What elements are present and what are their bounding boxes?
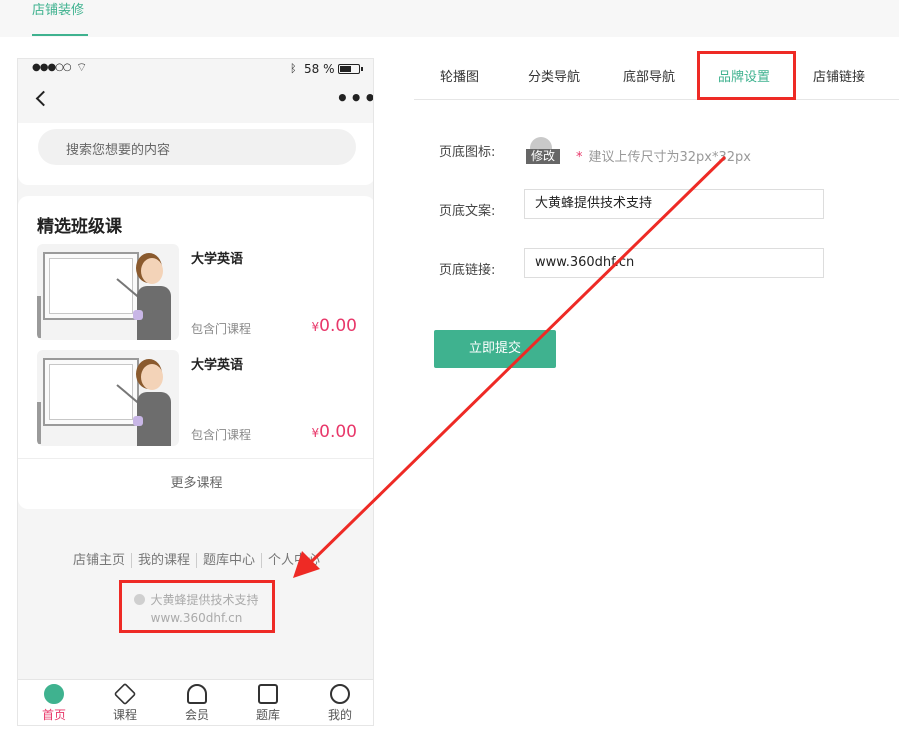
course-item[interactable]: 大学英语 包含门课程 ¥0.00	[37, 350, 357, 450]
course-price: ¥0.00	[311, 316, 358, 336]
more-courses-link[interactable]: 更多课程	[18, 458, 373, 508]
course-thumbnail	[37, 244, 179, 340]
active-tab-underline	[32, 34, 88, 36]
footer-text-label: 页底文案:	[439, 204, 496, 219]
footer-link-label: 页底链接:	[439, 263, 496, 278]
search-placeholder: 搜索您想要的内容	[66, 143, 171, 158]
nav-bar: •••	[18, 81, 373, 123]
tab-shop-link[interactable]: 店铺链接	[813, 58, 865, 99]
more-icon[interactable]: •••	[336, 86, 373, 110]
tab-shop-decoration[interactable]: 店铺装修	[32, 0, 84, 37]
footer-text-input[interactable]: 大黄蜂提供技术支持	[524, 189, 824, 219]
bottom-tab-bar: 首页 课程 会员 题库 我的	[18, 679, 373, 725]
tab-category-nav[interactable]: 分类导航	[528, 58, 580, 99]
course-price: ¥0.00	[311, 422, 358, 442]
featured-courses-card: 精选班级课 大学英语 包含门课程 ¥0.00 大学英语 包含门课程 ¥0.00 …	[18, 196, 373, 509]
tab-carousel[interactable]: 轮播图	[440, 58, 479, 99]
section-title: 精选班级课	[37, 217, 122, 237]
phone-preview: ●●●○○ ⌔ ᛒ 58 % ••• 搜索您想要的内容 精选班级课 大学英语 包…	[17, 58, 374, 726]
tab-member[interactable]: 会员	[167, 684, 227, 723]
footer-links: 店铺主页 我的课程 题库中心 个人中心	[18, 549, 373, 568]
battery-icon	[338, 64, 363, 74]
footer-link-input[interactable]: www.360dhf.cn	[524, 248, 824, 278]
footer-icon-label: 页底图标:	[439, 145, 496, 160]
tab-course[interactable]: 课程	[95, 682, 155, 723]
back-icon[interactable]	[35, 90, 52, 107]
tab-highlight-box	[697, 51, 796, 100]
edit-button[interactable]: 修改	[526, 149, 560, 164]
upload-hint: * 建议上传尺寸为32px*32px	[576, 150, 751, 165]
tab-bottom-nav[interactable]: 底部导航	[623, 58, 675, 99]
search-card: 搜索您想要的内容	[18, 123, 373, 185]
settings-tabs: 轮播图 分类导航 底部导航 品牌设置 店铺链接	[414, 51, 899, 100]
course-name: 大学英语	[191, 358, 244, 373]
search-input[interactable]: 搜索您想要的内容	[38, 129, 356, 165]
wifi-icon: ⌔	[76, 60, 88, 74]
course-icon	[113, 682, 137, 706]
footer-link[interactable]: 个人中心	[261, 553, 327, 568]
course-desc: 包含门课程	[191, 428, 252, 442]
footer-icon-upload[interactable]: 修改	[526, 137, 560, 165]
profile-icon	[330, 684, 350, 704]
member-icon	[187, 684, 207, 704]
course-name: 大学英语	[191, 252, 244, 267]
question-bank-icon	[258, 684, 278, 704]
footer-link[interactable]: 店铺主页	[67, 553, 131, 568]
footer-link[interactable]: 题库中心	[196, 553, 262, 568]
status-bar: ●●●○○ ⌔ ᛒ 58 %	[18, 59, 373, 81]
signal-icon: ●●●○○	[32, 62, 72, 73]
top-tab-bar: 店铺装修	[0, 0, 899, 37]
course-desc: 包含门课程	[191, 322, 252, 336]
tab-profile[interactable]: 我的	[310, 684, 370, 723]
home-icon	[44, 684, 64, 704]
bluetooth-icon: ᛒ	[290, 62, 297, 75]
footer-link[interactable]: 我的课程	[130, 553, 196, 568]
tab-home[interactable]: 首页	[24, 684, 84, 723]
submit-button[interactable]: 立即提交	[434, 330, 556, 368]
tab-question-bank[interactable]: 题库	[238, 684, 298, 723]
page: 店铺装修 ●●●○○ ⌔ ᛒ 58 % ••• 搜索您想要的内容 精选班级课 大…	[0, 0, 899, 748]
course-thumbnail	[37, 350, 179, 446]
battery-percentage: 58 %	[304, 62, 335, 76]
brand-highlight-box	[119, 580, 275, 633]
course-item[interactable]: 大学英语 包含门课程 ¥0.00	[37, 244, 357, 344]
